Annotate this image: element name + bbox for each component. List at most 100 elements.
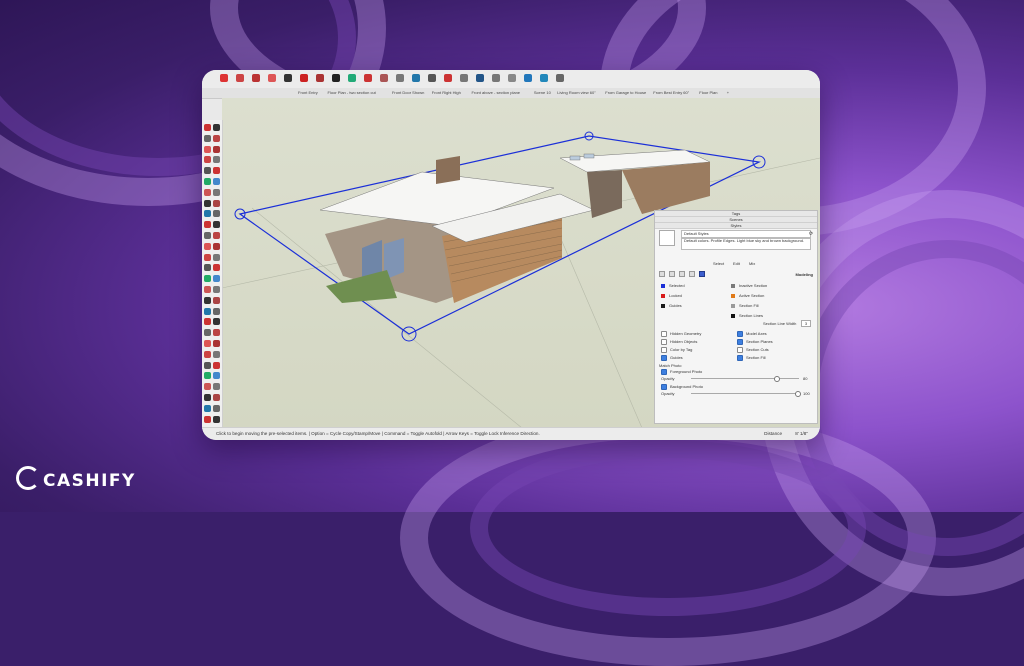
tool-icon[interactable] xyxy=(213,178,220,185)
check-section-fill[interactable]: Section Fill xyxy=(737,355,766,361)
arc-icon[interactable] xyxy=(268,74,276,82)
tool-icon[interactable] xyxy=(204,275,211,283)
tool-icon[interactable] xyxy=(213,296,220,304)
pan-icon[interactable] xyxy=(444,74,452,82)
tool-icon[interactable] xyxy=(204,232,211,239)
check-section-cuts[interactable]: Section Cuts xyxy=(737,347,769,353)
tool-icon[interactable] xyxy=(213,383,220,391)
tool-icon[interactable] xyxy=(213,264,220,272)
scene-tab[interactable]: Front Right High xyxy=(432,90,461,95)
scene-tab[interactable]: Front Door Shown xyxy=(392,90,424,95)
tool-icon[interactable] xyxy=(204,372,211,380)
tool-icon[interactable] xyxy=(213,210,220,218)
check-background-photo[interactable]: Background Photo xyxy=(661,384,703,390)
tool-icon[interactable] xyxy=(213,361,220,369)
offset-icon[interactable] xyxy=(380,74,388,82)
tool-icon[interactable] xyxy=(204,221,211,229)
eraser-icon[interactable] xyxy=(236,74,244,82)
tool-icon[interactable] xyxy=(213,394,220,401)
bg-opacity-knob[interactable] xyxy=(795,391,801,397)
tool-icon[interactable] xyxy=(204,145,211,153)
color-selected[interactable]: Selected xyxy=(661,283,685,288)
scene-tab[interactable]: From Best Entry 60" xyxy=(653,90,689,95)
orbit-icon[interactable] xyxy=(428,74,436,82)
tool-icon[interactable] xyxy=(204,318,211,326)
rotate-icon[interactable] xyxy=(348,74,356,82)
scene-tab[interactable]: Living Room view 60" xyxy=(557,90,595,95)
tool-icon[interactable] xyxy=(213,415,220,423)
pushpull-icon[interactable] xyxy=(316,74,324,82)
tool-icon[interactable] xyxy=(204,286,211,293)
tool-icon[interactable] xyxy=(204,134,211,142)
scene-icon[interactable] xyxy=(524,74,532,82)
scale-icon[interactable] xyxy=(364,74,372,82)
check-color-by-tag[interactable]: Color by Tag xyxy=(661,347,692,353)
color-active-section[interactable]: Active Section xyxy=(731,293,764,298)
scene-tab[interactable]: + xyxy=(727,90,729,95)
tool-icon[interactable] xyxy=(204,210,211,218)
tool-icon[interactable] xyxy=(204,156,211,164)
tool-icon[interactable] xyxy=(204,253,211,261)
check-section-planes[interactable]: Section Planes xyxy=(737,339,773,345)
bg-opacity-slider[interactable] xyxy=(691,391,801,397)
color-section-lines[interactable]: Section Lines xyxy=(731,313,763,318)
tool-icon[interactable] xyxy=(213,329,220,337)
tool-icon[interactable] xyxy=(213,199,220,207)
tool-icon[interactable] xyxy=(204,383,211,391)
zoom-icon[interactable] xyxy=(460,74,468,82)
tool-icon[interactable] xyxy=(204,178,211,185)
style-description[interactable]: Default colors. Profile Edges. Light blu… xyxy=(681,238,811,250)
tool-icon[interactable] xyxy=(213,221,220,229)
pencil-icon[interactable] xyxy=(252,74,260,82)
tool-icon[interactable] xyxy=(204,242,211,250)
tool-icon[interactable] xyxy=(204,307,211,315)
tool-icon[interactable] xyxy=(213,286,220,293)
tool-icon[interactable] xyxy=(204,340,211,347)
fg-opacity-knob[interactable] xyxy=(774,376,781,382)
check-foreground-photo[interactable]: Foreground Photo xyxy=(661,369,702,375)
color-guides[interactable]: Guides xyxy=(661,303,682,308)
scene-tab[interactable]: Floor Plan xyxy=(699,90,717,95)
tool-icon[interactable] xyxy=(213,134,220,142)
check-model-axes[interactable]: Model Axes xyxy=(737,331,767,337)
zoom-extents-icon[interactable] xyxy=(476,74,484,82)
style-name-field[interactable]: Default Styles xyxy=(681,230,811,238)
tool-icon[interactable] xyxy=(204,394,211,401)
update-style-icon[interactable]: ⟳ xyxy=(809,231,813,237)
tool-icon[interactable] xyxy=(204,296,211,304)
layer-icon[interactable] xyxy=(540,74,548,82)
select-icon[interactable] xyxy=(220,74,228,82)
color-section-fill[interactable]: Section Fill xyxy=(731,303,759,308)
tool-icon[interactable] xyxy=(204,199,211,207)
tool-icon[interactable] xyxy=(204,188,211,196)
tab-edit[interactable]: Edit xyxy=(733,261,740,266)
scene-tab[interactable]: Floor Plan - two section cut xyxy=(328,90,376,95)
move-icon[interactable] xyxy=(332,74,340,82)
tool-icon[interactable] xyxy=(204,264,211,272)
tool-icon[interactable] xyxy=(213,372,220,380)
style-thumbnail[interactable] xyxy=(659,230,675,246)
tool-icon[interactable] xyxy=(213,404,220,412)
scene-tab[interactable]: Scene 10 xyxy=(534,90,551,95)
tool-icon[interactable] xyxy=(204,350,211,358)
camera-icon[interactable] xyxy=(556,74,564,82)
tab-select[interactable]: Select xyxy=(713,261,724,266)
tool-icon[interactable] xyxy=(213,307,220,315)
tool-icon[interactable] xyxy=(204,329,211,337)
measurement-value[interactable]: 8' 1/8" xyxy=(795,431,808,436)
scene-tab[interactable]: Front above - section plane xyxy=(472,90,520,95)
tool-icon[interactable] xyxy=(213,275,220,283)
tool-icon[interactable] xyxy=(204,415,211,423)
walk-icon[interactable] xyxy=(492,74,500,82)
check-guides[interactable]: Guides xyxy=(661,355,683,361)
tool-icon[interactable] xyxy=(213,167,220,175)
tool-icon[interactable] xyxy=(213,318,220,326)
tool-icon[interactable] xyxy=(213,188,220,196)
tool-icon[interactable] xyxy=(213,124,220,131)
section-icon[interactable] xyxy=(508,74,516,82)
color-inactive-section[interactable]: Inactive Section xyxy=(731,283,767,288)
tool-icon[interactable] xyxy=(204,124,211,131)
tool-icon[interactable] xyxy=(204,167,211,175)
tab-mix[interactable]: Mix xyxy=(749,261,755,266)
tape-icon[interactable] xyxy=(396,74,404,82)
